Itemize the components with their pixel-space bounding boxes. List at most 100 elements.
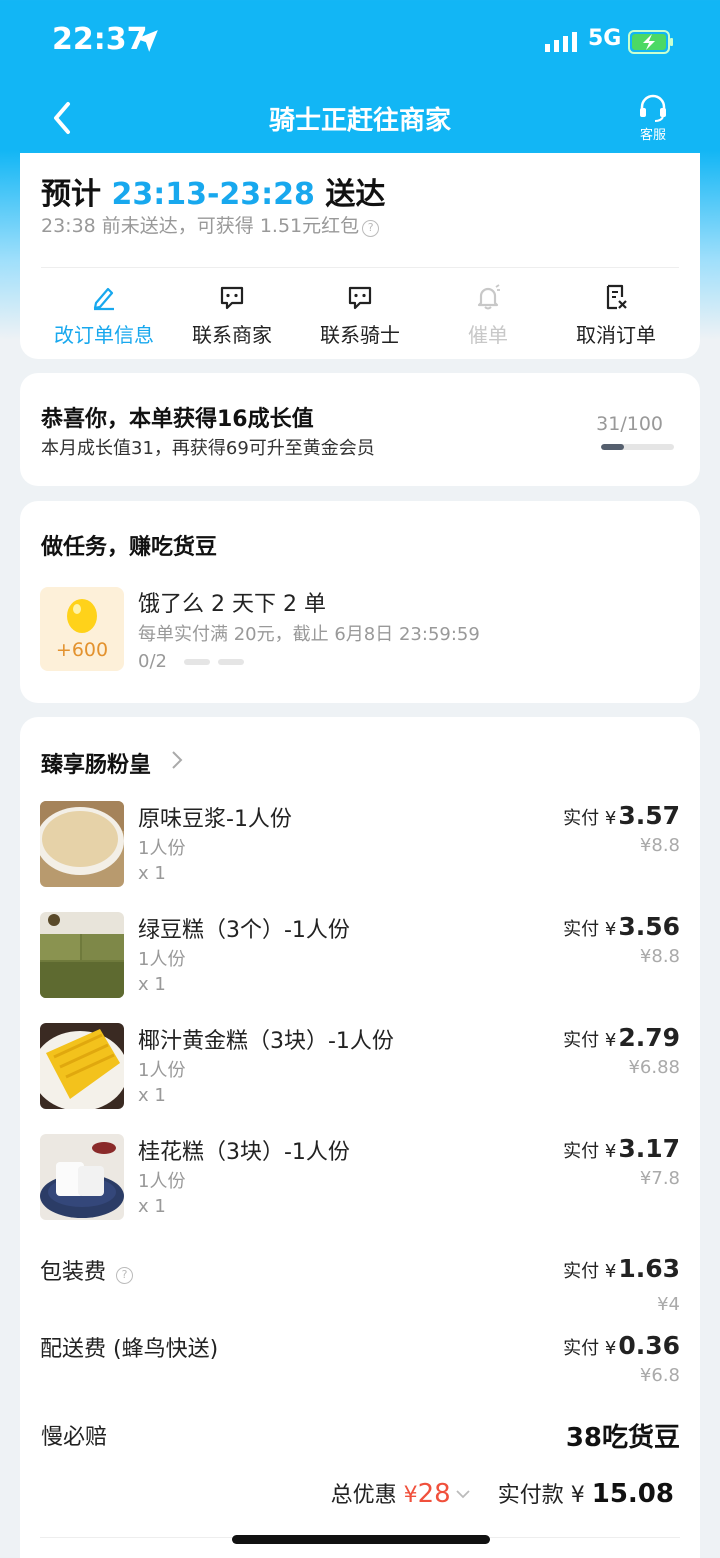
growth-title: 恭喜你，本单获得16成长值 — [41, 407, 314, 432]
item-paid-price: 实付 ¥3.17 — [563, 1134, 680, 1163]
task-progress-step — [218, 659, 244, 665]
item-quantity: x 1 — [138, 863, 166, 884]
order-item[interactable]: 原味豆浆-1人份 1人份 x 1 实付 ¥3.57 ¥8.8 — [40, 801, 680, 891]
contact-rider-button[interactable]: 联系骑士 — [296, 281, 424, 351]
growth-progress-bar — [601, 444, 674, 450]
paid-prefix: 实付 ¥ — [563, 1141, 617, 1162]
item-spec: 1人份 — [138, 1171, 186, 1192]
growth-progress-text: 31/100 — [596, 413, 663, 435]
task-progress-step — [184, 659, 210, 665]
item-spec: 1人份 — [138, 1060, 186, 1081]
paid-amount: 0.36 — [618, 1331, 680, 1360]
item-name: 绿豆糕（3个）-1人份 — [138, 918, 350, 943]
item-original-price: ¥7.8 — [639, 1168, 680, 1189]
item-paid-price: 实付 ¥3.57 — [563, 801, 680, 830]
task-description: 每单实付满 20元，截止 6月8日 23:59:59 — [138, 624, 480, 645]
order-item[interactable]: 椰汁黄金糕（3块）-1人份 1人份 x 1 实付 ¥2.79 ¥6.88 — [40, 1023, 680, 1113]
headset-icon — [640, 94, 666, 122]
late-compensation-note: 23:38 前未送达，可获得 1.51元红包? — [41, 211, 380, 238]
home-indicator — [232, 1535, 490, 1544]
item-original-price: ¥8.8 — [639, 835, 680, 856]
reward-amount: +600 — [55, 639, 109, 661]
item-quantity: x 1 — [138, 1085, 166, 1106]
packaging-fee-text: 包装费 — [40, 1260, 107, 1285]
cancel-doc-icon — [606, 284, 627, 310]
task-name: 饿了么 2 天下 2 单 — [138, 592, 326, 617]
paid-amount: 2.79 — [618, 1023, 680, 1052]
delivery-fee-original: ¥6.8 — [639, 1365, 680, 1386]
item-spec: 1人份 — [138, 949, 186, 970]
packaging-fee-row: 包装费 ? 实付 ¥1.63 ¥4 — [40, 1254, 680, 1324]
discount-amount[interactable]: 28 — [418, 1479, 451, 1509]
cancel-order-button[interactable]: 取消订单 — [552, 281, 680, 351]
late-compensation-text: 23:38 前未送达，可获得 1.51元红包 — [41, 215, 360, 237]
slow-compensation-value: 38吃货豆 — [565, 1423, 680, 1453]
page-title: 骑士正赶往商家 — [268, 106, 451, 136]
bean-icon — [67, 599, 97, 633]
eta-suffix: 送达 — [325, 177, 386, 212]
paid-amount: 3.56 — [618, 912, 680, 941]
battery-charging-icon — [628, 30, 673, 54]
status-bar: 22:37 5G — [0, 0, 720, 80]
order-item[interactable]: 桂花糕（3块）-1人份 1人份 x 1 实付 ¥3.17 ¥7.8 — [40, 1134, 680, 1224]
delivery-fee-row: 配送费 (蜂鸟快送) 实付 ¥0.36 ¥6.8 — [40, 1331, 680, 1401]
item-image — [40, 801, 124, 887]
contact-merchant-button[interactable]: 联系商家 — [168, 281, 296, 351]
urge-order-label: 催单 — [468, 323, 508, 347]
eta-heading: 预计 23:13-23:28 送达 — [41, 169, 385, 213]
item-name: 原味豆浆-1人份 — [138, 807, 292, 832]
cancel-order-label: 取消订单 — [576, 323, 656, 347]
location-arrow-icon — [136, 30, 158, 52]
discount-symbol: ¥ — [403, 1483, 418, 1508]
contact-merchant-label: 联系商家 — [192, 323, 272, 347]
item-name: 椰汁黄金糕（3块）-1人份 — [138, 1029, 394, 1054]
urge-order-button[interactable]: 催单 — [424, 281, 552, 351]
edit-order-button[interactable]: 改订单信息 — [40, 281, 168, 351]
bell-icon — [477, 284, 500, 310]
paid-prefix: 实付 ¥ — [563, 919, 617, 940]
signal-icon — [545, 32, 577, 52]
task-card: 做任务，赚吃货豆 +600 饿了么 2 天下 2 单 每单实付满 20元，截止 … — [20, 501, 700, 703]
item-image — [40, 912, 124, 998]
chat-icon — [348, 286, 372, 310]
delivery-status-card: 预计 23:13-23:28 送达 23:38 前未送达，可获得 1.51元红包… — [20, 153, 700, 359]
order-summary: 总优惠 ¥28 实付款 ¥ 15.08 — [331, 1477, 674, 1509]
divider — [41, 267, 679, 268]
shop-name[interactable]: 臻享肠粉皇 — [41, 747, 151, 779]
paid-prefix: 实付 ¥ — [563, 1338, 617, 1359]
packaging-paid: 实付 ¥1.63 — [563, 1254, 680, 1283]
packaging-original: ¥4 — [657, 1294, 680, 1315]
item-paid-price: 实付 ¥2.79 — [563, 1023, 680, 1052]
item-spec: 1人份 — [138, 838, 186, 859]
help-icon[interactable]: ? — [362, 220, 380, 237]
item-image — [40, 1134, 124, 1220]
item-quantity: x 1 — [138, 1196, 166, 1217]
paid-amount: 3.57 — [618, 801, 680, 830]
item-original-price: ¥8.8 — [639, 946, 680, 967]
task-section-title: 做任务，赚吃货豆 — [41, 535, 218, 560]
edit-order-label: 改订单信息 — [54, 323, 154, 347]
packaging-fee-label: 包装费 ? — [40, 1254, 134, 1286]
help-icon[interactable]: ? — [116, 1267, 134, 1284]
total-symbol: ¥ — [570, 1483, 585, 1508]
task-progress-text: 0/2 — [138, 651, 167, 672]
item-original-price: ¥6.88 — [628, 1057, 680, 1078]
paid-prefix: 实付 ¥ — [563, 808, 617, 829]
total-label: 实付款 — [497, 1483, 564, 1508]
order-actions: 改订单信息 联系商家 联系骑士 催单 取消订单 — [20, 281, 700, 351]
network-type: 5G — [588, 26, 622, 51]
discount-label: 总优惠 — [330, 1483, 397, 1508]
chevron-right-icon[interactable] — [170, 749, 184, 771]
eta-time: 23:13-23:28 — [111, 177, 315, 212]
chevron-down-icon[interactable] — [455, 1489, 471, 1499]
order-item[interactable]: 绿豆糕（3个）-1人份 1人份 x 1 实付 ¥3.56 ¥8.8 — [40, 912, 680, 1002]
order-details-card: 臻享肠粉皇 原味豆浆-1人份 1人份 x 1 实付 ¥3.57 ¥8.8 绿豆糕… — [20, 717, 700, 1558]
contact-rider-label: 联系骑士 — [320, 323, 400, 347]
growth-value-card[interactable]: 恭喜你，本单获得16成长值 本月成长值31，再获得69可升至黄金会员 31/10… — [20, 373, 700, 486]
total-amount: 15.08 — [591, 1479, 674, 1509]
item-paid-price: 实付 ¥3.56 — [563, 912, 680, 941]
eta-prefix: 预计 — [41, 177, 101, 212]
customer-service-label: 客服 — [639, 128, 666, 143]
customer-service-button[interactable]: 客服 — [630, 94, 676, 146]
delivery-fee-label: 配送费 (蜂鸟快送) — [40, 1337, 219, 1362]
